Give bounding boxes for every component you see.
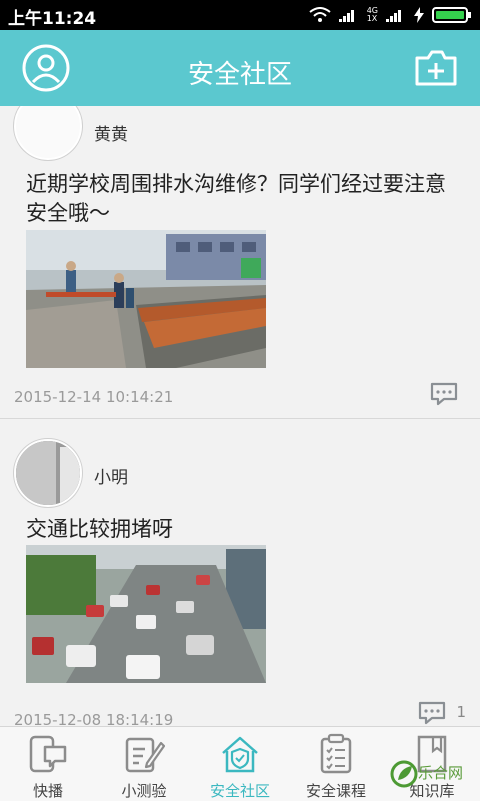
post-username[interactable]: 黄黄 <box>94 120 128 145</box>
tab-label: 安全社区 <box>209 782 270 800</box>
post-username[interactable]: 小明 <box>94 463 128 488</box>
post-timestamp: 2015-12-08 18:14:19 <box>14 711 174 726</box>
post-feed[interactable]: 黄黄 近期学校周围排水沟维修？同学们经过要注意安全哦～ 2015-12-14 1… <box>0 106 480 726</box>
post-card[interactable]: 小明 交通比较拥堵呀 2015-12-08 18:14:19 1 <box>0 419 480 726</box>
avatar[interactable] <box>14 439 82 507</box>
clock: 上午11:24 <box>8 9 97 29</box>
post-card[interactable]: 黄黄 近期学校周围排水沟维修？同学们经过要注意安全哦～ 2015-12-14 1… <box>0 106 480 419</box>
post-text: 交通比较拥堵呀 <box>26 517 173 541</box>
charging-icon <box>414 7 424 23</box>
signal-icon <box>338 10 354 22</box>
battery-icon <box>432 7 471 23</box>
post-photo-drain-repair[interactable] <box>26 230 266 368</box>
tab-safety-course[interactable]: 安全课程 <box>288 727 384 801</box>
avatar-image <box>16 441 80 505</box>
tab-quiz[interactable]: 小测验 <box>96 727 192 801</box>
tab-kuaibo[interactable]: 快播 <box>0 727 96 801</box>
leaf-logo-icon <box>390 760 418 788</box>
chat-phone-icon <box>29 735 67 773</box>
comment-icon[interactable] <box>418 701 446 725</box>
site-watermark: 乐合网 <box>390 752 480 800</box>
shield-house-icon <box>222 736 258 773</box>
clipboard-icon <box>320 733 352 774</box>
new-post-camera-icon[interactable] <box>414 48 458 88</box>
tab-label: 快播 <box>32 782 63 800</box>
network-type: 4G 1X <box>366 6 378 23</box>
tab-safety-community[interactable]: 安全社区 <box>192 727 288 801</box>
signal-icon-2 <box>386 10 401 22</box>
post-timestamp: 2015-12-14 10:14:21 <box>14 388 174 406</box>
app-bar: 安全社区 <box>0 30 480 106</box>
status-bar: 上午11:24 4G 1X <box>0 0 480 30</box>
watermark-text: 乐合网 <box>418 764 464 782</box>
comment-icon[interactable] <box>430 382 458 406</box>
post-text: 近期学校周围排水沟维修？同学们经过要注意安全哦～ <box>26 172 446 225</box>
wifi-icon <box>309 7 331 22</box>
tab-label: 安全课程 <box>305 782 366 800</box>
page-title: 安全社区 <box>187 60 292 90</box>
status-icons: 4G 1X <box>309 6 472 24</box>
comment-count: 1 <box>456 703 466 721</box>
pencil-note-icon <box>125 737 165 773</box>
avatar[interactable] <box>14 106 82 160</box>
post-photo-traffic[interactable] <box>26 545 266 683</box>
tab-label: 小测验 <box>121 782 167 800</box>
